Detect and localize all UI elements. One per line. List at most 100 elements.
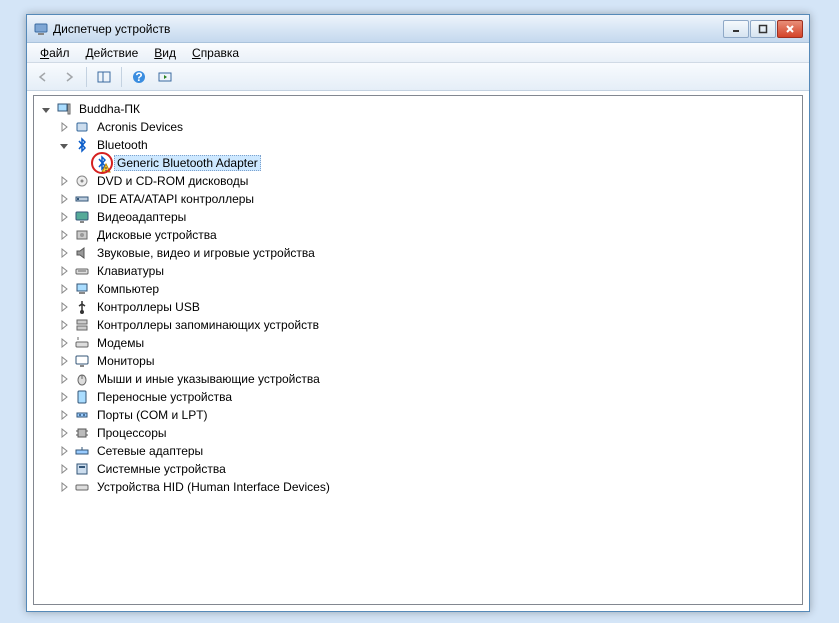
- expand-icon[interactable]: [58, 355, 70, 367]
- tree-item[interactable]: Устройства HID (Human Interface Devices): [56, 478, 802, 496]
- expand-icon[interactable]: [58, 481, 70, 493]
- tree-label: Переносные устройства: [94, 389, 235, 405]
- tree-item[interactable]: Модемы: [56, 334, 802, 352]
- sound-icon: [74, 245, 90, 261]
- tree-item[interactable]: Порты (COM и LPT): [56, 406, 802, 424]
- cdrom-icon: [74, 173, 90, 189]
- expand-icon[interactable]: [58, 175, 70, 187]
- tree-category: Дисковые устройства: [56, 226, 802, 244]
- help-button[interactable]: ?: [127, 65, 151, 89]
- system-icon: [74, 461, 90, 477]
- menu-action[interactable]: Действие: [79, 44, 146, 62]
- menu-help[interactable]: Справка: [185, 44, 246, 62]
- tree-item[interactable]: Дисковые устройства: [56, 226, 802, 244]
- tree-category: Сетевые адаптеры: [56, 442, 802, 460]
- expand-icon[interactable]: [58, 283, 70, 295]
- expand-icon[interactable]: [58, 391, 70, 403]
- forward-button: [57, 65, 81, 89]
- tree-item[interactable]: DVD и CD-ROM дисководы: [56, 172, 802, 190]
- tree-item[interactable]: Контроллеры USB: [56, 298, 802, 316]
- bluetooth-icon: [94, 155, 110, 171]
- tree-item[interactable]: Generic Bluetooth Adapter: [76, 154, 802, 172]
- back-button: [31, 65, 55, 89]
- expand-icon[interactable]: [58, 193, 70, 205]
- tree-label: Процессоры: [94, 425, 170, 441]
- maximize-button[interactable]: [750, 20, 776, 38]
- tree-category: Компьютер: [56, 280, 802, 298]
- tree-item[interactable]: Компьютер: [56, 280, 802, 298]
- tree-item[interactable]: Acronis Devices: [56, 118, 802, 136]
- tree-item[interactable]: Видеоадаптеры: [56, 208, 802, 226]
- expand-icon[interactable]: [58, 247, 70, 259]
- network-icon: [74, 443, 90, 459]
- collapse-icon[interactable]: [58, 139, 70, 151]
- tree-item[interactable]: Переносные устройства: [56, 388, 802, 406]
- tree-label: Звуковые, видео и игровые устройства: [94, 245, 318, 261]
- tree-item[interactable]: Звуковые, видео и игровые устройства: [56, 244, 802, 262]
- tree-category: Acronis Devices: [56, 118, 802, 136]
- tree-item-root[interactable]: Buddha-ПК: [38, 100, 802, 118]
- tree-item[interactable]: IDE ATA/ATAPI контроллеры: [56, 190, 802, 208]
- tree-category: Контроллеры запоминающих устройств: [56, 316, 802, 334]
- tree-label: Модемы: [94, 335, 147, 351]
- tree-pane: Buddha-ПКAcronis Devices Bluetooth Generic…: [33, 95, 803, 605]
- scan-button[interactable]: [153, 65, 177, 89]
- device-manager-window: Диспетчер устройств Файл Действие Вид Сп…: [26, 14, 810, 612]
- menu-file[interactable]: Файл: [33, 44, 77, 62]
- hid-icon: [74, 479, 90, 495]
- tree-label: Acronis Devices: [94, 119, 186, 135]
- tree-label: Порты (COM и LPT): [94, 407, 211, 423]
- tree-label: Дисковые устройства: [94, 227, 220, 243]
- toolbar-separator: [121, 67, 122, 87]
- app-icon: [33, 21, 49, 37]
- minimize-button[interactable]: [723, 20, 749, 38]
- toolbar-separator: [86, 67, 87, 87]
- tree-item[interactable]: Мониторы: [56, 352, 802, 370]
- expand-icon[interactable]: [58, 427, 70, 439]
- tree-label: Устройства HID (Human Interface Devices): [94, 479, 333, 495]
- tree-category: Модемы: [56, 334, 802, 352]
- expand-icon[interactable]: [58, 337, 70, 349]
- expand-icon[interactable]: [58, 265, 70, 277]
- expand-icon[interactable]: [58, 463, 70, 475]
- tree-label: Generic Bluetooth Adapter: [114, 155, 261, 171]
- tree-category: Bluetooth Generic Bluetooth Adapter: [56, 136, 802, 172]
- titlebar[interactable]: Диспетчер устройств: [27, 15, 809, 43]
- warning-badge-icon: [101, 162, 111, 172]
- expand-icon[interactable]: [58, 445, 70, 457]
- collapse-icon[interactable]: [40, 103, 52, 115]
- expand-icon[interactable]: [58, 301, 70, 313]
- tree-label: Видеоадаптеры: [94, 209, 189, 225]
- show-hide-button[interactable]: [92, 65, 116, 89]
- usb-icon: [74, 299, 90, 315]
- expand-icon[interactable]: [58, 211, 70, 223]
- menu-view[interactable]: Вид: [147, 44, 183, 62]
- cpu-icon: [74, 425, 90, 441]
- expand-icon[interactable]: [58, 229, 70, 241]
- tree-category: Контроллеры USB: [56, 298, 802, 316]
- ports-icon: [74, 407, 90, 423]
- expander-none: [78, 157, 90, 169]
- expand-icon[interactable]: [58, 121, 70, 133]
- tree-category: Процессоры: [56, 424, 802, 442]
- tree-label: Bluetooth: [94, 137, 151, 153]
- tree-item[interactable]: Контроллеры запоминающих устройств: [56, 316, 802, 334]
- svg-text:?: ?: [135, 70, 142, 84]
- tree-category: Клавиатуры: [56, 262, 802, 280]
- expand-icon[interactable]: [58, 409, 70, 421]
- tree-item[interactable]: Клавиатуры: [56, 262, 802, 280]
- storagectl-icon: [74, 317, 90, 333]
- tree-item[interactable]: Сетевые адаптеры: [56, 442, 802, 460]
- tree-item[interactable]: Bluetooth: [56, 136, 802, 154]
- expand-icon[interactable]: [58, 319, 70, 331]
- tree-category: Системные устройства: [56, 460, 802, 478]
- toolbar: ?: [27, 63, 809, 91]
- tree-category: Звуковые, видео и игровые устройства: [56, 244, 802, 262]
- tree-item[interactable]: Мыши и иные указывающие устройства: [56, 370, 802, 388]
- tree-item[interactable]: Системные устройства: [56, 460, 802, 478]
- tree-item[interactable]: Процессоры: [56, 424, 802, 442]
- expand-icon[interactable]: [58, 373, 70, 385]
- tree-category: Порты (COM и LPT): [56, 406, 802, 424]
- close-button[interactable]: [777, 20, 803, 38]
- tree-category: DVD и CD-ROM дисководы: [56, 172, 802, 190]
